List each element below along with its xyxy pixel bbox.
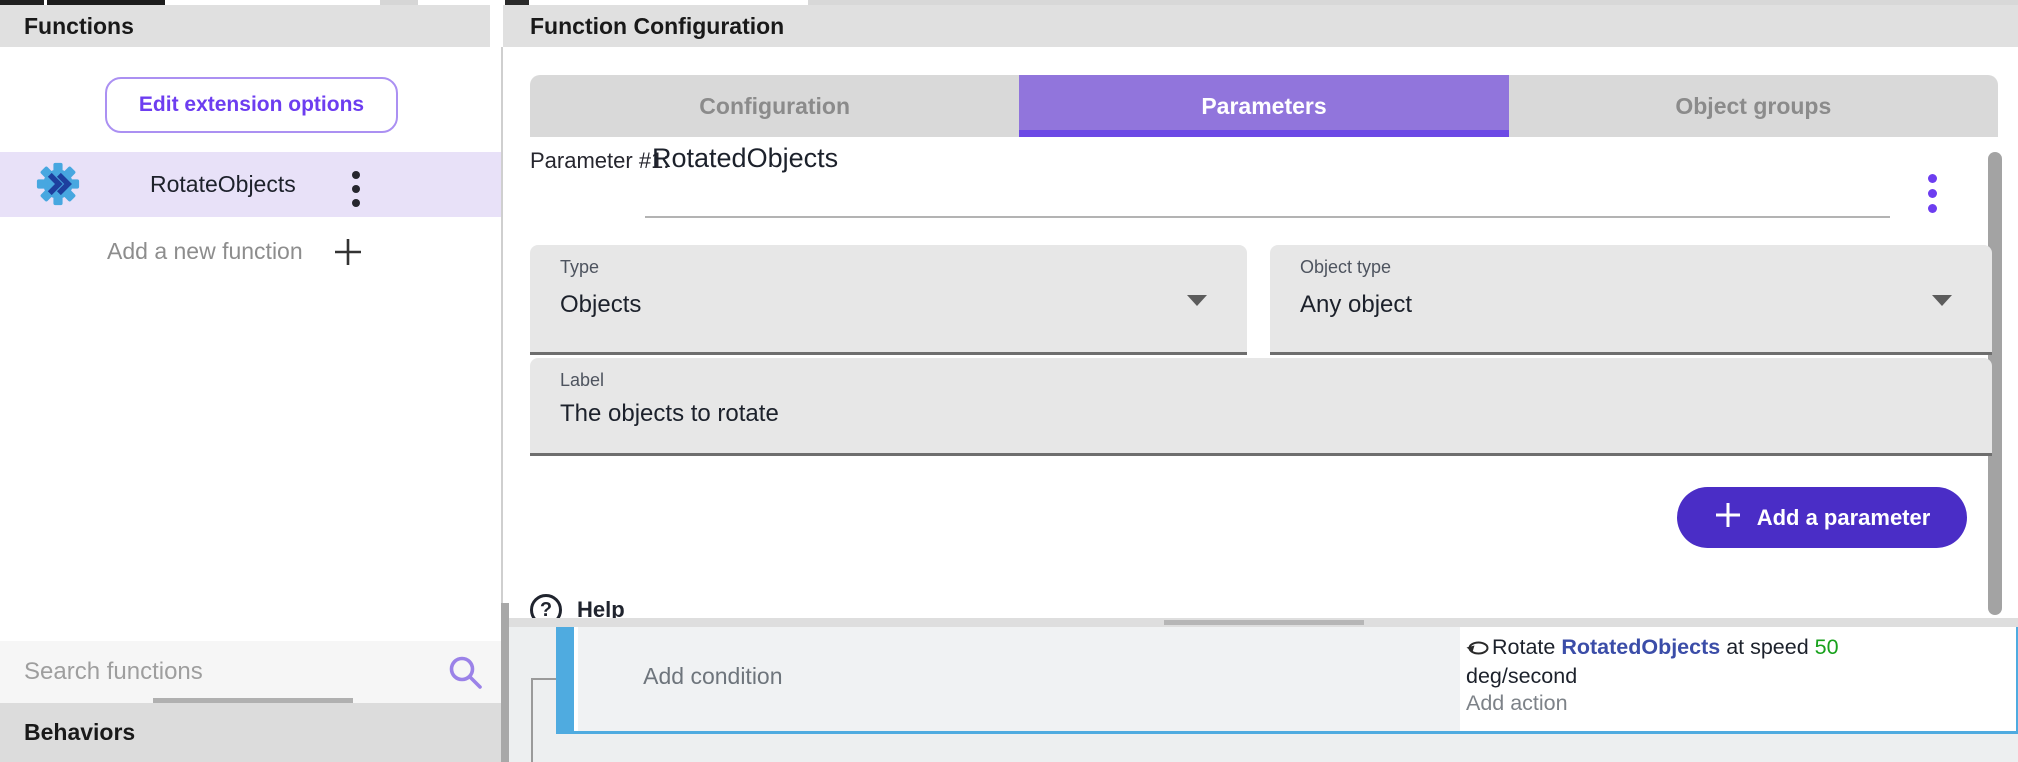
tab-configuration-label: Configuration <box>699 93 850 120</box>
app-window: Functions Function Configuration Edit ex… <box>0 0 2018 762</box>
object-type-select[interactable]: Object type Any object <box>1270 245 1992 355</box>
function-name-label: RotateObjects <box>150 171 296 198</box>
event-row[interactable]: Add condition Rotate RotatedObjects at s… <box>556 627 2018 734</box>
action-text-prefix: Rotate <box>1492 635 1561 659</box>
parameter-menu-button[interactable] <box>1928 174 1937 213</box>
events-sheet-top-strip <box>508 618 2018 627</box>
plus-icon <box>1714 501 1742 535</box>
object-type-select-label: Object type <box>1300 257 1391 278</box>
tab-object-groups[interactable]: Object groups <box>1509 75 1998 137</box>
edit-extension-options-button[interactable]: Edit extension options <box>105 77 398 133</box>
object-type-select-value: Any object <box>1300 291 1412 319</box>
active-tab-indicator <box>1019 130 1508 137</box>
event-actions-cell[interactable]: Rotate RotatedObjects at speed 50 deg/se… <box>1460 627 2016 731</box>
tab-parameters-label: Parameters <box>1201 93 1326 120</box>
event-conditions-cell[interactable]: Add condition <box>574 627 1460 731</box>
events-sheet: Add condition Rotate RotatedObjects at s… <box>508 627 2018 762</box>
sidebar-item-rotateobjects[interactable]: RotateObjects <box>0 152 501 217</box>
add-parameter-label: Add a parameter <box>1757 505 1931 531</box>
action-text-line2: deg/second <box>1466 663 2016 690</box>
sub-event-connector-line <box>531 678 533 762</box>
tab-object-groups-label: Object groups <box>1675 93 1831 120</box>
action-text-middle: at speed <box>1720 635 1814 659</box>
add-function-plus-icon[interactable] <box>332 236 364 273</box>
sidebar-vertical-scrollbar[interactable] <box>501 603 509 762</box>
type-select-value: Objects <box>560 291 641 319</box>
behaviors-section-header[interactable]: Behaviors <box>0 703 501 762</box>
parameter-label-field[interactable]: Label The objects to rotate <box>530 358 1992 456</box>
rotate-action-icon <box>1466 637 1490 661</box>
type-select-label: Type <box>560 257 599 278</box>
sidebar-title-text: Functions <box>24 13 134 40</box>
action-text-line1[interactable]: Rotate RotatedObjects at speed 50 <box>1466 634 2016 663</box>
action-speed-value: 50 <box>1815 635 1839 659</box>
sidebar-title: Functions <box>0 5 490 47</box>
add-action-placeholder[interactable]: Add action <box>1466 690 2016 717</box>
function-gear-icon <box>36 162 80 206</box>
main-panel-title-text: Function Configuration <box>530 13 784 40</box>
edit-extension-options-label: Edit extension options <box>139 93 364 117</box>
search-functions-field[interactable]: Search functions <box>0 641 501 703</box>
event-selection-bar[interactable] <box>556 627 574 731</box>
parameter-number-label: Parameter #1: <box>530 141 669 181</box>
parameter-name-input[interactable]: RotatedObjects <box>652 136 838 180</box>
search-functions-placeholder: Search functions <box>24 641 203 703</box>
add-function-label: Add a new function <box>107 217 303 285</box>
label-field-label: Label <box>560 370 604 391</box>
action-object-name: RotatedObjects <box>1561 635 1720 659</box>
label-field-value: The objects to rotate <box>560 400 779 428</box>
behaviors-title-text: Behaviors <box>24 719 135 746</box>
search-icon[interactable] <box>447 654 483 695</box>
add-function-row[interactable]: Add a new function <box>0 217 501 285</box>
chevron-down-icon <box>1932 295 1952 306</box>
parameter-name-underline <box>645 216 1890 218</box>
chevron-down-icon <box>1187 295 1207 306</box>
sub-event-connector-line <box>531 678 557 680</box>
tab-parameters[interactable]: Parameters <box>1019 75 1508 137</box>
tab-configuration[interactable]: Configuration <box>530 75 1019 137</box>
configuration-tabs: Configuration Parameters Object groups <box>530 75 1998 137</box>
parameter-type-select[interactable]: Type Objects <box>530 245 1247 355</box>
main-panel-title: Function Configuration <box>503 5 2018 47</box>
add-condition-placeholder[interactable]: Add condition <box>643 663 782 689</box>
add-parameter-button[interactable]: Add a parameter <box>1677 487 1967 548</box>
events-horizontal-scrollbar[interactable] <box>1164 620 1364 625</box>
function-menu-button[interactable] <box>352 171 360 207</box>
